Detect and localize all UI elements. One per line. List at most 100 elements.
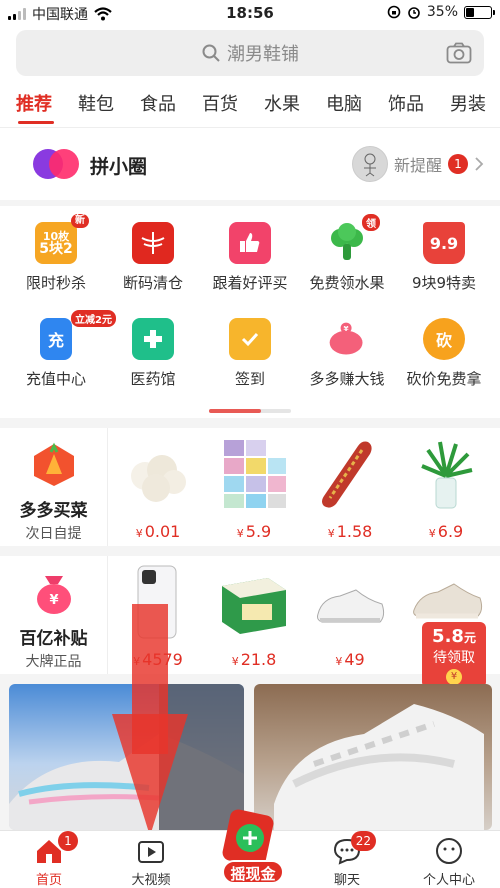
tab-food[interactable]: 食品	[140, 82, 202, 127]
product-card[interactable]: ¥6.9	[398, 436, 494, 541]
product-price: ¥49	[335, 650, 365, 669]
nav-label: 个人中心	[422, 873, 475, 888]
camera-icon[interactable]	[446, 42, 472, 64]
grocery-subtitle: 次日自提	[25, 526, 82, 542]
feature-grid: 10枚 5块2 新 限时秒杀 断码清仓 跟着好评买 领 免费领水果 9.9 9块…	[0, 206, 500, 418]
grid-item-top-rated[interactable]: 跟着好评买	[200, 222, 300, 293]
grid-item-pharmacy[interactable]: 医药馆	[103, 318, 203, 389]
product-card[interactable]: ¥5.9	[206, 436, 302, 541]
bamboo-plant-image	[421, 441, 473, 509]
tab-jewelry[interactable]: 饰品	[388, 82, 450, 127]
piggy-glyph: ¥	[329, 322, 363, 355]
money-bag-icon: ¥	[36, 576, 71, 614]
tab-menswear[interactable]: 男装	[450, 82, 500, 127]
grid-label: 多多赚大钱	[309, 370, 385, 388]
tab-recommend[interactable]: 推荐	[16, 82, 78, 127]
nav-label: 首页	[35, 873, 62, 888]
friends-circle-logo-icon	[33, 149, 79, 179]
chat-icon: 22	[332, 831, 376, 865]
sketch-face-icon	[363, 153, 376, 177]
product-card[interactable]: ¥21.8	[206, 564, 302, 669]
battery-percent: 35%	[426, 4, 458, 20]
grocery-row[interactable]: 多多买菜 次日自提 ¥0.01 ¥5.9 ¥1.58 ¥ 6.9	[0, 428, 500, 546]
subsidy-subtitle: 大牌正品	[25, 654, 82, 670]
grocery-brand[interactable]: 多多买菜 次日自提	[0, 428, 108, 546]
claim-badge: 领	[362, 214, 380, 231]
tab-fruit[interactable]: 水果	[264, 82, 326, 127]
lock-rotation-icon	[387, 5, 401, 19]
friends-circle-row[interactable]: 拼小圈 新提醒 1	[0, 128, 500, 200]
recharge-icon: 充 立减2元	[40, 310, 116, 360]
tab-shoes-bags[interactable]: 鞋包	[78, 82, 140, 127]
product-price: ¥5.9	[236, 522, 272, 541]
product-price: ¥21.8	[231, 650, 277, 669]
home-badge: 1	[58, 831, 78, 851]
battery-icon	[464, 5, 495, 19]
coupon-amount: 5.8元	[432, 626, 476, 647]
grocery-logo-icon	[33, 442, 74, 486]
grid-item-recharge[interactable]: 充 立减2元 充值中心	[6, 310, 116, 389]
nav-chat[interactable]: 22 聊天	[302, 831, 392, 888]
search-icon	[202, 44, 220, 62]
broccoli-glyph	[331, 223, 363, 260]
page-indicator	[209, 409, 291, 413]
category-tabs: 推荐 鞋包 食品 百货 水果 电脑 饰品 男装	[0, 82, 500, 128]
home-icon: 1	[34, 831, 78, 865]
nav-label: 聊天	[333, 873, 360, 888]
grid-item-clearance[interactable]: 断码清仓	[103, 222, 203, 293]
nav-profile[interactable]: 个人中心	[404, 837, 494, 888]
new-badge: 新	[71, 214, 89, 228]
search-placeholder: 潮男鞋铺	[227, 44, 299, 65]
app-screen: 中国联通 18:56 35% 潮男鞋铺 推荐 鞋包 食品 百货 水果 电脑 饰品…	[0, 0, 500, 888]
coupon-float-button[interactable]: 5.8元 待领取 ¥	[422, 622, 486, 688]
bargain-icon: 砍	[423, 318, 465, 360]
status-bar: 中国联通 18:56 35%	[0, 0, 500, 26]
coupon-label: 待领取	[433, 650, 475, 666]
grid-label: 断码清仓	[122, 274, 183, 292]
subsidy-title: 百亿补贴	[19, 629, 88, 649]
thumbs-up-icon	[229, 222, 271, 264]
avatar	[351, 146, 388, 182]
alarm-icon	[408, 7, 420, 19]
grid-item-bargain[interactable]: 砍 砍价免费拿	[394, 318, 494, 389]
grid-item-free-fruit[interactable]: 领 免费领水果	[297, 214, 397, 293]
subsidy-brand[interactable]: ¥ 百亿补贴 大牌正品	[0, 556, 108, 674]
svg-text:¥: ¥	[49, 593, 58, 608]
feed-card[interactable]	[254, 684, 492, 830]
reminder-label: 新提醒	[393, 156, 442, 175]
grid-item-flash-sale[interactable]: 10枚 5块2 新 限时秒杀	[6, 214, 106, 293]
thumb-glyph	[240, 233, 260, 252]
new-reminder[interactable]: 新提醒 1	[351, 146, 484, 182]
nine-nine-text: 9.9	[429, 233, 459, 253]
clearance-icon	[132, 222, 174, 264]
product-card[interactable]: ¥49	[302, 564, 398, 669]
grid-label: 跟着好评买	[212, 274, 288, 292]
shoe-boxes-image	[224, 440, 286, 508]
tab-computer[interactable]: 电脑	[326, 82, 388, 127]
grid-item-earn-money[interactable]: ¥ 多多赚大钱	[297, 318, 397, 389]
grocery-title: 多多买菜	[19, 501, 88, 521]
grid-label: 限时秒杀	[25, 274, 86, 292]
grid-item-checkin[interactable]: 签到	[200, 318, 300, 389]
piggy-bank-icon: ¥	[326, 318, 368, 360]
search-input[interactable]: 潮男鞋铺	[16, 30, 484, 76]
shake-cash-button[interactable]: 摇现金	[222, 860, 284, 884]
milk-box-image	[222, 578, 286, 634]
product-price: ¥0.01	[135, 522, 181, 541]
video-icon	[136, 837, 166, 865]
broccoli-icon: 领	[326, 214, 380, 264]
nav-video[interactable]: 大视频	[106, 837, 196, 888]
grid-label: 9块9特卖	[411, 274, 477, 292]
chevron-right-icon	[475, 157, 484, 171]
product-price: ¥1.58	[327, 522, 373, 541]
nav-label: 大视频	[131, 873, 171, 888]
profile-icon	[434, 837, 464, 865]
grid-label: 免费领水果	[309, 274, 385, 292]
svg-text:¥: ¥	[344, 324, 349, 333]
nav-home[interactable]: 1 首页	[4, 831, 94, 888]
calendar-check-icon	[229, 318, 271, 360]
product-card[interactable]: ¥1.58	[302, 436, 398, 541]
tab-general-goods[interactable]: 百货	[202, 82, 264, 127]
product-card[interactable]: ¥0.01	[110, 436, 206, 541]
grid-item-nine-nine[interactable]: 9.9 9块9特卖	[394, 222, 494, 293]
